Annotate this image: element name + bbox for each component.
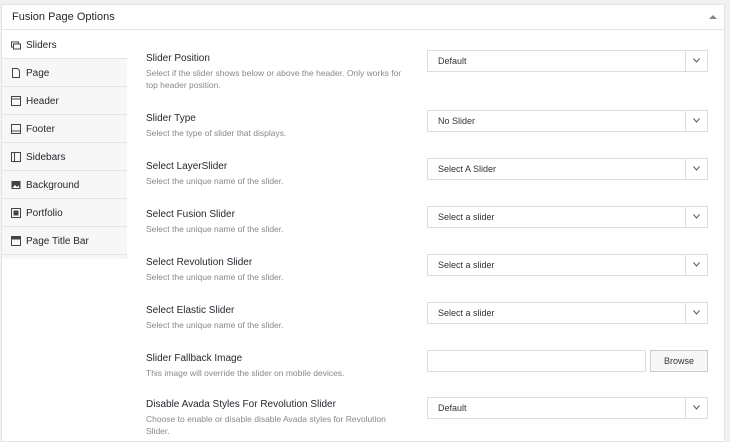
sidebar-item-label: Page xyxy=(26,68,50,79)
options-sidebar: Sliders Page Header Footer Sidebars Back… xyxy=(2,31,128,259)
sidebar-item-label: Header xyxy=(26,96,59,107)
option-description: This image will override the slider on m… xyxy=(146,368,345,378)
chevron-down-icon xyxy=(693,118,700,123)
chevron-down-icon xyxy=(693,262,700,267)
option-title: Disable Avada Styles For Revolution Slid… xyxy=(146,399,336,410)
chevron-down-icon xyxy=(693,214,700,219)
sidebar-item-footer[interactable]: Footer xyxy=(2,115,127,143)
browse-button[interactable]: Browse xyxy=(650,350,708,372)
panel-title: Fusion Page Options xyxy=(12,11,115,23)
footer-icon xyxy=(11,124,21,134)
select-value: Select a slider xyxy=(438,260,495,270)
chevron-down-icon xyxy=(693,166,700,171)
header-icon xyxy=(11,96,21,106)
option-select-revolution-slider: Select Revolution Slider Select the uniq… xyxy=(128,254,724,303)
select-arrow[interactable] xyxy=(685,303,707,323)
chevron-down-icon xyxy=(693,310,700,315)
sidebar-item-label: Sidebars xyxy=(26,152,66,163)
sidebar-item-portfolio[interactable]: Portfolio xyxy=(2,199,127,227)
title-bar-icon xyxy=(11,236,21,246)
select-arrow[interactable] xyxy=(685,207,707,227)
option-select-layerslider: Select LayerSlider Select the unique nam… xyxy=(128,158,724,207)
sidebar-item-label: Page Title Bar xyxy=(26,236,89,247)
sidebar-item-label: Background xyxy=(26,180,80,191)
elastic-slider-select[interactable]: Select a slider xyxy=(427,302,708,324)
option-slider-type: Slider Type Select the type of slider th… xyxy=(128,110,724,159)
fusion-slider-select[interactable]: Select a slider xyxy=(427,206,708,228)
collapse-icon[interactable] xyxy=(708,13,718,21)
option-slider-fallback-image: Slider Fallback Image This image will ov… xyxy=(128,350,724,399)
fusion-page-options-panel: Fusion Page Options Sliders Page Header xyxy=(1,4,725,442)
select-value: Select A Slider xyxy=(438,164,497,174)
portfolio-icon xyxy=(11,208,21,218)
fallback-image-url-input[interactable] xyxy=(427,350,646,372)
select-value: Select a slider xyxy=(438,212,495,222)
select-arrow[interactable] xyxy=(685,255,707,275)
slides-icon xyxy=(11,41,21,50)
option-title: Slider Position xyxy=(146,53,210,64)
option-select-elastic-slider: Select Elastic Slider Select the unique … xyxy=(128,302,724,351)
revolution-slider-select[interactable]: Select a slider xyxy=(427,254,708,276)
chevron-down-icon xyxy=(693,58,700,63)
layerslider-select[interactable]: Select A Slider xyxy=(427,158,708,180)
option-description: Select the unique name of the slider. xyxy=(146,224,284,234)
select-arrow[interactable] xyxy=(685,51,707,71)
sidebar-item-label: Sliders xyxy=(26,40,57,51)
option-title: Select Fusion Slider xyxy=(146,209,235,220)
options-content: Slider Position Select if the slider sho… xyxy=(128,31,724,441)
sidebar-item-label: Portfolio xyxy=(26,208,63,219)
select-arrow[interactable] xyxy=(685,398,707,418)
option-description: Select the type of slider that displays. xyxy=(146,128,287,138)
sidebar-item-header[interactable]: Header xyxy=(2,87,127,115)
select-arrow[interactable] xyxy=(685,111,707,131)
option-description: Select the unique name of the slider. xyxy=(146,176,284,186)
option-title: Select LayerSlider xyxy=(146,161,228,172)
sidebar-item-page-title-bar[interactable]: Page Title Bar xyxy=(2,227,127,255)
select-value: No Slider xyxy=(438,116,476,126)
select-value: Default xyxy=(438,403,467,413)
panel-header: Fusion Page Options xyxy=(2,5,724,30)
option-title: Slider Type xyxy=(146,113,196,124)
select-value: Select a slider xyxy=(438,308,495,318)
option-description: Select the unique name of the slider. xyxy=(146,272,284,282)
option-title: Select Elastic Slider xyxy=(146,305,235,316)
option-title: Select Revolution Slider xyxy=(146,257,253,268)
sidebar-item-sidebars[interactable]: Sidebars xyxy=(2,143,127,171)
slider-type-select[interactable]: No Slider xyxy=(427,110,708,132)
sidebars-icon xyxy=(11,152,21,162)
option-description: Select the unique name of the slider. xyxy=(146,320,284,330)
option-disable-avada-styles: Disable Avada Styles For Revolution Slid… xyxy=(128,397,724,441)
option-slider-position: Slider Position Select if the slider sho… xyxy=(128,50,724,99)
avada-styles-select[interactable]: Default xyxy=(427,397,708,419)
slider-position-select[interactable]: Default xyxy=(427,50,708,72)
select-arrow[interactable] xyxy=(685,159,707,179)
sidebar-item-label: Footer xyxy=(26,124,55,135)
image-icon xyxy=(11,181,21,189)
sidebar-item-sliders[interactable]: Sliders xyxy=(2,31,128,59)
select-value: Default xyxy=(438,56,467,66)
option-title: Slider Fallback Image xyxy=(146,353,243,364)
sidebar-item-page[interactable]: Page xyxy=(2,59,127,87)
chevron-down-icon xyxy=(693,405,700,410)
sidebar-item-background[interactable]: Background xyxy=(2,171,127,199)
option-description: Choose to enable or disable disable Avad… xyxy=(146,414,386,436)
option-description: Select if the slider shows below or abov… xyxy=(146,68,402,90)
page-icon xyxy=(12,68,20,78)
option-select-fusion-slider: Select Fusion Slider Select the unique n… xyxy=(128,206,724,255)
